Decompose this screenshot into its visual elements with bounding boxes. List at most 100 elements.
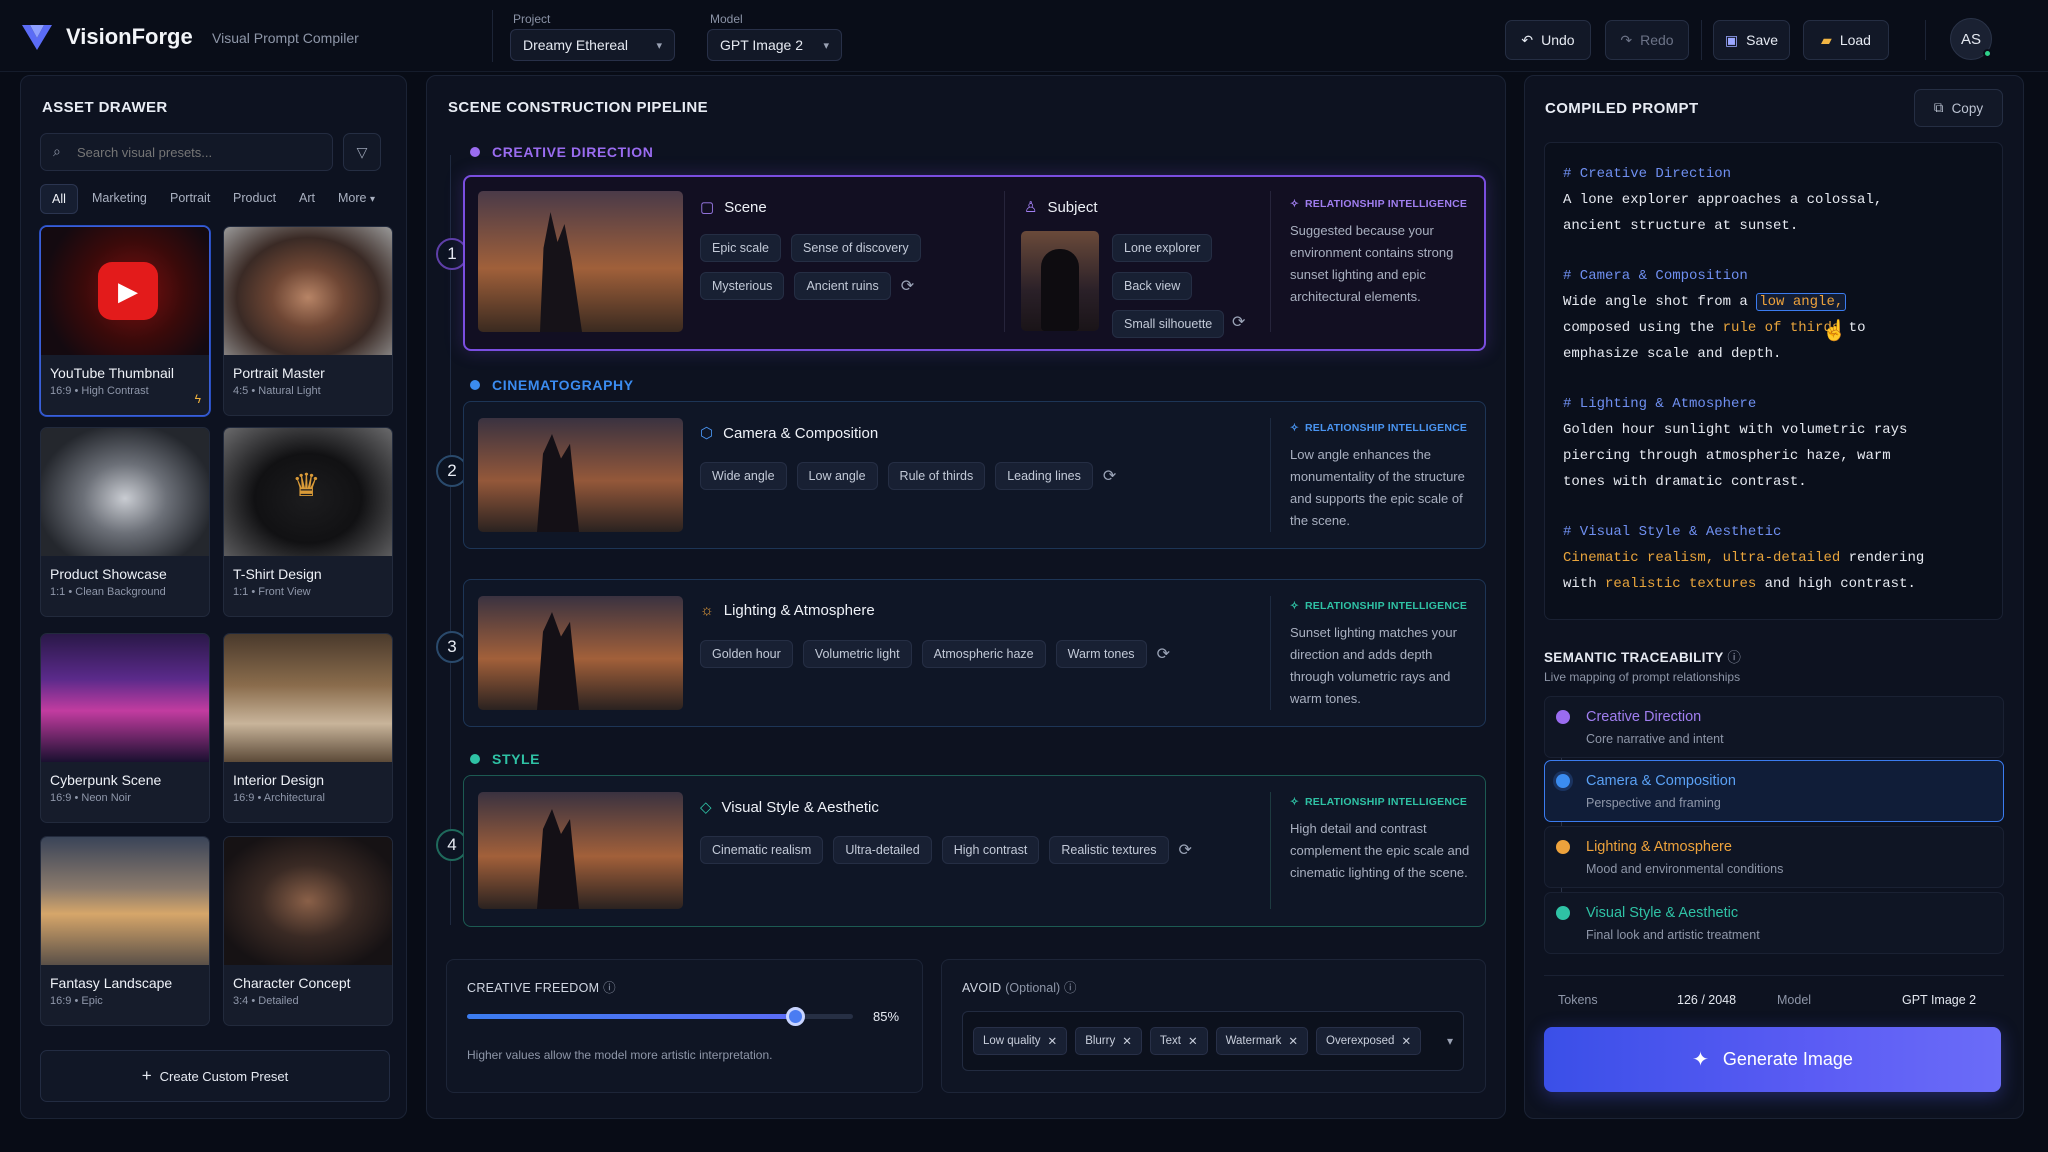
- tag-chip[interactable]: Golden hour: [700, 640, 793, 668]
- cube-icon: ⬡: [700, 425, 714, 442]
- style-title: Visual Style & Aesthetic: [721, 798, 879, 816]
- preset-meta: 3:4 • Detailed: [233, 995, 299, 1007]
- header-divider: [1701, 20, 1702, 60]
- code-line: with realistic textures and high contras…: [1563, 571, 1993, 597]
- tag-chip[interactable]: Mysterious: [700, 272, 785, 300]
- trace-item-creative-direction[interactable]: Creative Direction Core narrative and in…: [1544, 696, 2004, 758]
- avoid-chip-label: Blurry: [1085, 1035, 1116, 1047]
- highlighted-token[interactable]: realistic textures: [1605, 576, 1756, 592]
- filter-tab-marketing[interactable]: Marketing: [92, 191, 147, 205]
- generate-image-button[interactable]: ✦ Generate Image: [1544, 1027, 2001, 1092]
- code-line: piercing through atmospheric haze, warm: [1563, 448, 1891, 464]
- preset-meta: 1:1 • Front View: [233, 586, 311, 598]
- save-label: Save: [1746, 32, 1779, 48]
- freedom-slider-handle[interactable]: [786, 1007, 806, 1026]
- avoid-chip[interactable]: Watermark ✕: [1215, 1027, 1309, 1055]
- relationship-intelligence-header: ✧ RELATIONSHIP INTELLIGENCE: [1290, 422, 1480, 434]
- tag-chip[interactable]: Ancient ruins: [794, 272, 891, 300]
- refresh-icon[interactable]: ⟳: [1157, 644, 1170, 664]
- avoid-chip[interactable]: Overexposed ✕: [1316, 1027, 1422, 1055]
- tag-chip[interactable]: Lone explorer: [1112, 234, 1213, 262]
- preset-meta: 1:1 • Clean Background: [50, 586, 166, 598]
- tag-chip[interactable]: Warm tones: [1055, 640, 1147, 668]
- model-dropdown[interactable]: GPT Image 2 ▾: [707, 29, 842, 61]
- create-custom-preset-button[interactable]: + Create Custom Preset: [40, 1050, 390, 1102]
- subject-title: Subject: [1047, 198, 1098, 216]
- relationship-intelligence-box: ✧ RELATIONSHIP INTELLIGENCE Suggested bec…: [1290, 198, 1472, 308]
- redo-button[interactable]: ↷ Redo: [1605, 20, 1689, 60]
- freedom-hint: Higher values allow the model more artis…: [467, 1048, 773, 1062]
- tag-chip[interactable]: Atmospheric haze: [921, 640, 1046, 668]
- refresh-icon[interactable]: ⟳: [1232, 312, 1245, 332]
- refresh-icon[interactable]: ⟳: [1179, 840, 1192, 860]
- tag-chip[interactable]: Low angle: [796, 462, 878, 490]
- preset-card[interactable]: ♛ T-Shirt Design 1:1 • Front View: [223, 427, 393, 617]
- preset-title: YouTube Thumbnail: [50, 365, 175, 381]
- trace-item-lighting-atmosphere[interactable]: Lighting & Atmosphere Mood and environme…: [1544, 826, 2004, 888]
- tag-chip[interactable]: Epic scale: [700, 234, 781, 262]
- preset-card[interactable]: Portrait Master 4:5 • Natural Light: [223, 226, 393, 416]
- filter-tab-more[interactable]: More ▾: [338, 191, 375, 205]
- step-number-label: 2: [447, 461, 457, 480]
- highlighted-token[interactable]: low angle,: [1756, 293, 1847, 311]
- tag-chip[interactable]: Small silhouette: [1112, 310, 1225, 338]
- close-icon[interactable]: ✕: [1401, 1034, 1411, 1048]
- highlighted-token[interactable]: Cinematic realism, ultra-detailed: [1563, 550, 1840, 566]
- tag-chip[interactable]: Leading lines: [995, 462, 1093, 490]
- code-line: ancient structure at sunset.: [1563, 218, 1799, 234]
- code-line: Golden hour sunlight with volumetric ray…: [1563, 422, 1908, 438]
- step-number-label: 4: [447, 835, 457, 854]
- subject-section-title: ♙ Subject: [1024, 198, 1098, 217]
- preset-thumbnail: [224, 634, 392, 762]
- tokens-label: Tokens: [1558, 993, 1598, 1007]
- app-subtitle: Visual Prompt Compiler: [212, 30, 359, 46]
- tag-chip[interactable]: Sense of discovery: [790, 234, 921, 262]
- avoid-input[interactable]: Low quality ✕ Blurry ✕ Text ✕ Watermark ✕ Ov…: [962, 1011, 1464, 1071]
- preset-thumbnail: ♛: [224, 428, 392, 556]
- preset-card[interactable]: Fantasy Landscape 16:9 • Epic: [40, 836, 210, 1026]
- tag-chip[interactable]: Ultra-detailed: [833, 836, 932, 864]
- lighting-tags: Golden hour Volumetric light Atmospheric h…: [700, 640, 1260, 678]
- filter-tab-all[interactable]: All: [40, 184, 78, 214]
- close-icon[interactable]: ✕: [1122, 1034, 1132, 1048]
- avoid-chip[interactable]: Low quality ✕: [973, 1027, 1068, 1055]
- avoid-chip[interactable]: Blurry ✕: [1075, 1027, 1142, 1055]
- project-dropdown[interactable]: Dreamy Ethereal ▾: [510, 29, 675, 61]
- close-icon[interactable]: ✕: [1048, 1034, 1058, 1048]
- filter-button[interactable]: ▽: [343, 133, 381, 171]
- tag-chip[interactable]: Volumetric light: [802, 640, 912, 668]
- refresh-icon[interactable]: ⟳: [1103, 466, 1116, 486]
- trace-item-visual-style[interactable]: Visual Style & Aesthetic Final look and …: [1544, 892, 2004, 954]
- tower-silhouette: [537, 612, 579, 710]
- tag-chip[interactable]: Wide angle: [700, 462, 787, 490]
- close-icon[interactable]: ✕: [1188, 1034, 1198, 1048]
- tag-chip[interactable]: Realistic textures: [1049, 836, 1169, 864]
- chevron-down-icon[interactable]: ▾: [1447, 1034, 1453, 1048]
- refresh-icon[interactable]: ⟳: [901, 276, 914, 296]
- tag-chip[interactable]: High contrast: [941, 836, 1040, 864]
- relationship-intelligence-box: ✧ RELATIONSHIP INTELLIGENCE Sunset lighti…: [1290, 600, 1480, 710]
- undo-button[interactable]: ↶ Undo: [1505, 20, 1591, 60]
- avoid-chip-label: Low quality: [983, 1035, 1041, 1047]
- close-icon[interactable]: ✕: [1288, 1034, 1298, 1048]
- tag-chip[interactable]: Rule of thirds: [887, 462, 986, 490]
- online-status-dot: [1983, 49, 1992, 58]
- preset-card[interactable]: ▶ YouTube Thumbnail 16:9 • High Contrast…: [40, 226, 210, 416]
- filter-tab-product[interactable]: Product: [233, 191, 276, 205]
- copy-button[interactable]: ⧉ Copy: [1914, 89, 2003, 127]
- tag-chip[interactable]: Back view: [1112, 272, 1193, 300]
- preset-card[interactable]: Character Concept 3:4 • Detailed: [223, 836, 393, 1026]
- avoid-chip[interactable]: Text ✕: [1149, 1027, 1208, 1055]
- tag-chip[interactable]: Cinematic realism: [700, 836, 824, 864]
- filter-tab-portrait[interactable]: Portrait: [170, 191, 210, 205]
- preset-card[interactable]: Cyberpunk Scene 16:9 • Neon Noir: [40, 633, 210, 823]
- stage-label: STYLE: [492, 751, 541, 767]
- preset-card[interactable]: Product Showcase 1:1 • Clean Background: [40, 427, 210, 617]
- save-button[interactable]: ▣ Save: [1713, 20, 1790, 60]
- preset-title: Cyberpunk Scene: [50, 772, 162, 788]
- filter-tab-art[interactable]: Art: [299, 191, 315, 205]
- search-field[interactable]: [77, 140, 322, 164]
- preset-card[interactable]: Interior Design 16:9 • Architectural: [223, 633, 393, 823]
- trace-item-camera-composition[interactable]: Camera & Composition Perspective and fra…: [1544, 760, 2004, 822]
- load-button[interactable]: ▰ Load: [1803, 20, 1889, 60]
